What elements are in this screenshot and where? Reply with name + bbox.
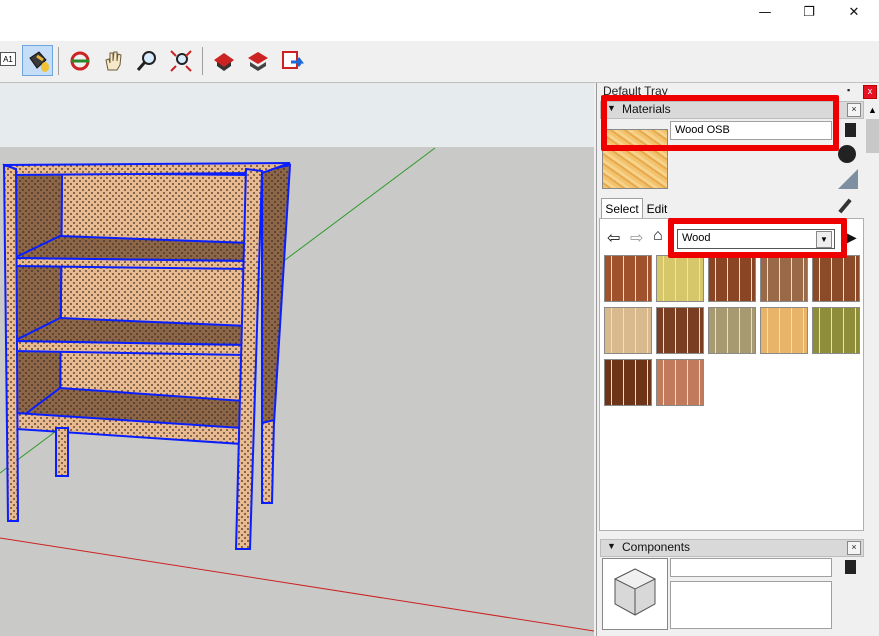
minimize-button[interactable]: — — [742, 0, 788, 24]
scrollbar-thumb[interactable] — [866, 119, 879, 153]
warehouse-icon — [213, 52, 234, 71]
orbit-icon — [70, 51, 89, 70]
collapse-triangle-icon: ▼ — [607, 541, 616, 551]
extension-warehouse-button[interactable] — [242, 45, 273, 76]
close-icon: ✕ — [848, 4, 860, 20]
home-button[interactable]: ⌂ — [653, 227, 663, 245]
tab-edit[interactable]: Edit — [642, 200, 672, 218]
restore-icon: ❐ — [803, 4, 815, 20]
component-description-field[interactable] — [670, 581, 832, 629]
material-swatch[interactable] — [708, 307, 756, 354]
component-cube-icon — [613, 568, 657, 616]
components-panel-header[interactable]: ▼ Components — [600, 539, 864, 557]
close-window-button[interactable]: ✕ — [831, 0, 877, 24]
share-model-icon — [281, 50, 304, 69]
highlight-library-dropdown — [668, 218, 847, 258]
component-preview[interactable] — [602, 558, 668, 630]
material-swatch[interactable] — [604, 359, 652, 406]
tab-select[interactable]: Select — [601, 198, 643, 219]
zoom-icon — [136, 50, 156, 71]
share-model-button[interactable] — [276, 45, 307, 76]
components-header-label: Components — [622, 540, 691, 554]
scroll-up-icon: ▲ — [868, 105, 877, 115]
component-name-field[interactable] — [670, 558, 832, 577]
title-bar: — ❐ ✕ — [0, 0, 879, 41]
tray-pin-icon[interactable]: ▪ — [847, 85, 850, 95]
components-close-button[interactable]: × — [847, 541, 861, 555]
material-swatch[interactable] — [604, 307, 652, 354]
toolbar-separator — [58, 47, 59, 75]
minimize-icon: — — [758, 4, 772, 20]
material-swatch[interactable] — [760, 307, 808, 354]
material-swatch[interactable] — [812, 307, 860, 354]
material-swatch[interactable] — [604, 255, 652, 302]
extension-warehouse-icon — [247, 51, 268, 71]
default-material-icon[interactable] — [838, 169, 858, 189]
highlight-material-name — [601, 95, 839, 151]
main-toolbar: A1 — [0, 41, 879, 83]
tray-scrollbar[interactable]: ▲ — [866, 105, 879, 635]
back-button[interactable]: ⇦ — [607, 228, 620, 248]
pan-icon — [104, 51, 122, 70]
pan-button[interactable] — [97, 45, 128, 76]
material-swatch[interactable] — [812, 255, 860, 302]
restore-button[interactable]: ❐ — [786, 0, 832, 24]
material-swatch[interactable] — [656, 255, 704, 302]
material-swatch[interactable] — [760, 255, 808, 302]
red-axis — [0, 537, 594, 632]
materials-close-button[interactable]: × — [847, 103, 861, 117]
tray-close-button[interactable]: x — [863, 85, 877, 99]
toolbar-separator — [202, 47, 203, 75]
material-swatch[interactable] — [708, 255, 756, 302]
create-material-icon[interactable] — [845, 123, 856, 137]
text-style-badge[interactable]: A1 — [0, 52, 16, 66]
material-swatch[interactable] — [656, 359, 704, 406]
default-tray: Default Tray ▪ x ▼ Materials × Wood OSB … — [596, 83, 879, 636]
orbit-button[interactable] — [64, 45, 95, 76]
zoom-extents-icon — [169, 49, 192, 72]
bookshelf-model[interactable] — [2, 162, 292, 550]
forward-button[interactable]: ⇨ — [630, 228, 643, 248]
eyedropper-icon[interactable] — [838, 198, 852, 214]
sample-paint-icon[interactable] — [838, 145, 856, 163]
details-arrow-icon[interactable]: ▶ — [846, 229, 857, 246]
create-component-icon[interactable] — [845, 560, 856, 574]
paint-bucket-icon — [28, 50, 49, 72]
zoom-extents-button[interactable] — [165, 45, 196, 76]
model-viewport[interactable] — [0, 83, 594, 636]
zoom-button[interactable] — [131, 45, 162, 76]
warehouse-button[interactable] — [208, 45, 239, 76]
material-swatch[interactable] — [656, 307, 704, 354]
paint-bucket-button[interactable] — [22, 45, 53, 76]
model-scene — [0, 83, 594, 632]
